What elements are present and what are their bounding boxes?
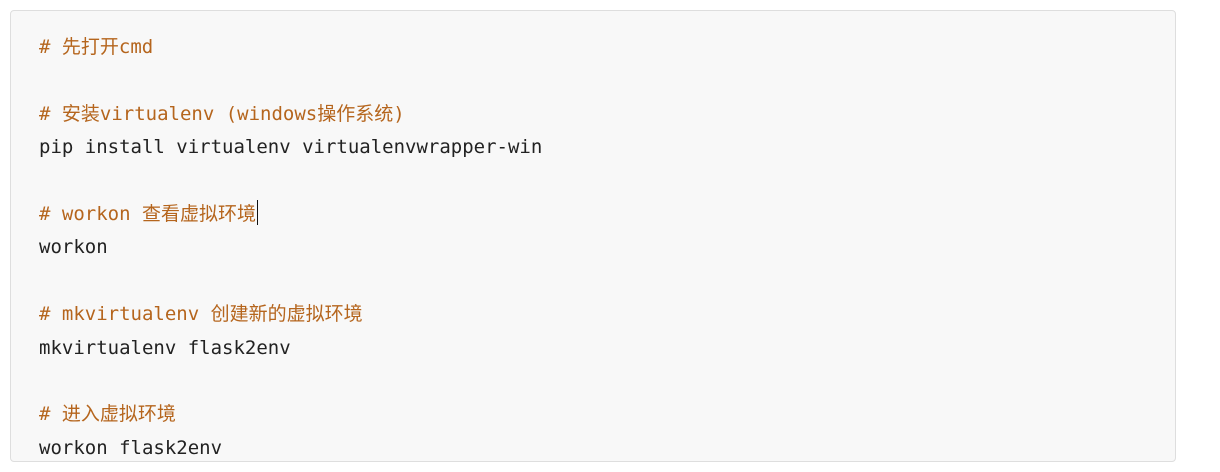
code-line: mkvirtualenv flask2env bbox=[39, 332, 1147, 365]
code-line-comment: # 安装virtualenv (windows操作系统) bbox=[39, 98, 1147, 131]
code-line-text: workon bbox=[39, 236, 108, 259]
code-line-text: pip install virtualenv virtualenvwrapper… bbox=[39, 136, 543, 159]
code-line-text: # 先打开cmd bbox=[39, 36, 154, 58]
code-line-text: # workon 查看虚拟环境 bbox=[39, 202, 256, 225]
text-cursor bbox=[256, 199, 259, 225]
code-line-text: # 进入虚拟环境 bbox=[39, 403, 176, 426]
code-line: workon flask2env bbox=[39, 432, 1147, 465]
code-line-text: # mkvirtualenv 创建新的虚拟环境 bbox=[39, 303, 363, 326]
code-line-text: workon flask2env bbox=[39, 436, 223, 459]
code-line-comment: # workon 查看虚拟环境 bbox=[39, 198, 1147, 231]
code-line-text: mkvirtualenv flask2env bbox=[39, 336, 291, 359]
code-line-comment: # 先打开cmd bbox=[39, 31, 1147, 64]
code-line-text: # 安装virtualenv (windows操作系统) bbox=[39, 102, 405, 125]
code-lines: # 先打开cmd # 安装virtualenv (windows操作系统) pi… bbox=[39, 31, 1147, 465]
code-block[interactable]: # 先打开cmd # 安装virtualenv (windows操作系统) pi… bbox=[10, 10, 1176, 462]
code-line-comment: # 进入虚拟环境 bbox=[39, 398, 1147, 431]
code-line: workon bbox=[39, 231, 1147, 264]
code-line-comment: # mkvirtualenv 创建新的虚拟环境 bbox=[39, 298, 1147, 331]
code-line: pip install virtualenv virtualenvwrapper… bbox=[39, 131, 1147, 164]
